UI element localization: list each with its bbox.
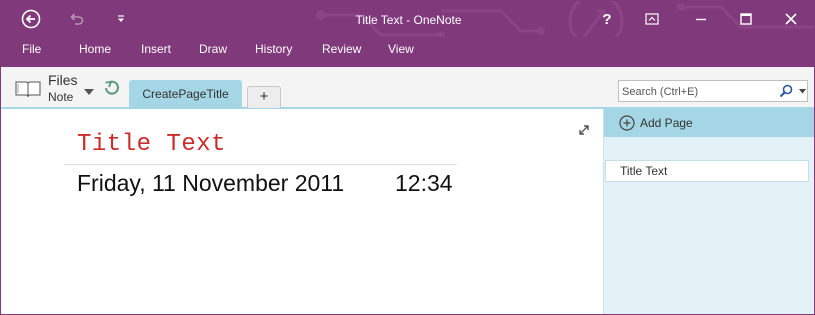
onenote-window: Title Text - OneNote ? File Home Insert … [0, 0, 815, 315]
close-icon [785, 13, 797, 25]
page-title[interactable]: Title Text [77, 131, 226, 158]
search-scope-dropdown-icon[interactable] [799, 89, 806, 94]
sync-icon [105, 80, 119, 95]
minimize-icon [696, 18, 706, 21]
ribbon-display-options-button[interactable] [641, 7, 663, 31]
search-box [618, 80, 808, 102]
tab-view[interactable]: View [388, 42, 414, 56]
notebook-button[interactable] [15, 80, 41, 101]
add-page-label: Add Page [640, 116, 693, 130]
maximize-icon [740, 13, 752, 25]
ribbon-tabs: File Home Insert Draw History Review Vie… [1, 37, 814, 67]
sync-button[interactable] [103, 79, 119, 100]
add-page-button[interactable]: Add Page [604, 109, 814, 137]
title-underline [64, 164, 457, 165]
search-icon[interactable] [779, 84, 793, 98]
close-button[interactable] [779, 7, 803, 31]
page-list-item[interactable]: Title Text [605, 160, 809, 182]
notebook-bar: Files Note CreatePageTitle + [1, 67, 814, 109]
notebook-icon [15, 81, 41, 98]
section-tab-createpagetitle[interactable]: CreatePageTitle [129, 80, 242, 109]
page-time: 12:34 [395, 170, 453, 196]
tab-draw[interactable]: Draw [199, 42, 227, 56]
tab-insert[interactable]: Insert [141, 42, 171, 56]
tab-review[interactable]: Review [322, 42, 361, 56]
title-bar: Title Text - OneNote ? [1, 1, 814, 63]
tab-history[interactable]: History [255, 42, 292, 56]
tab-home[interactable]: Home [79, 42, 111, 56]
help-button[interactable]: ? [597, 7, 617, 31]
expand-page-icon[interactable] [577, 123, 591, 137]
tab-file[interactable]: File [22, 42, 41, 56]
notebook-name[interactable]: Files [48, 72, 78, 88]
add-section-button[interactable]: + [247, 86, 281, 108]
notebook-section-label[interactable]: Note [48, 90, 73, 104]
notebook-dropdown-icon[interactable] [82, 87, 96, 97]
page-canvas[interactable]: Title Text Friday, 11 November 2011 12:3… [1, 111, 603, 314]
search-input[interactable] [622, 84, 772, 99]
add-page-icon [619, 115, 635, 131]
minimize-button[interactable] [689, 7, 713, 31]
page-list-pane: Add Page Title Text [603, 109, 814, 314]
ribbon-display-options-icon [645, 13, 659, 25]
maximize-button[interactable] [734, 7, 758, 31]
page-date: Friday, 11 November 2011 [77, 170, 345, 196]
